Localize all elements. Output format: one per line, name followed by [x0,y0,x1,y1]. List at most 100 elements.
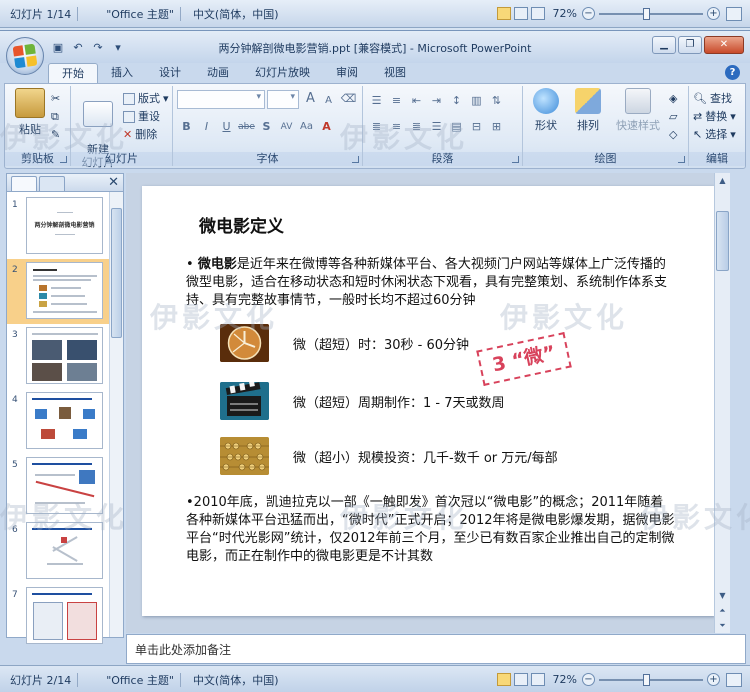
zoom-slider[interactable] [599,7,703,20]
minimize-button[interactable]: ▁ [652,36,676,54]
zoom-level[interactable]: 72% [553,673,577,686]
zoom-level[interactable]: 72% [553,7,577,20]
clear-format-icon[interactable]: ⌫ [339,90,358,108]
zoom-out-icon[interactable]: − [582,7,595,20]
slide-scrollbar[interactable]: ▲ ▼ ⏶ ⏷ [714,173,730,633]
char-spacing-button[interactable]: AV [277,118,296,136]
close-button[interactable]: ✕ [704,36,744,54]
tab-view[interactable]: 视图 [371,63,419,83]
numbering-icon[interactable]: ≡ [387,92,406,110]
slides-tab[interactable] [11,176,37,191]
strikethrough-button[interactable]: abe [237,118,256,136]
drawing-dialog-launcher-icon[interactable] [678,156,685,163]
shape-fill-icon[interactable]: ◈ [669,90,677,107]
thumbnail-scroll-handle[interactable] [111,208,122,338]
next-slide-icon[interactable]: ⏷ [715,618,730,633]
tab-animations[interactable]: 动画 [194,63,242,83]
zoom-slider-thumb[interactable] [643,673,650,686]
maximize-button[interactable]: ❐ [678,36,702,54]
shape-effects-icon[interactable]: ◇ [669,126,677,143]
grow-font-icon[interactable]: A [301,90,320,108]
slide-thumbnail-selected[interactable]: 2 [7,259,110,324]
arrange-button[interactable]: 排列 [567,88,609,133]
feature-item[interactable]: 微（超短）周期制作：1 - 7天或数周 [220,382,505,420]
increase-indent-icon[interactable]: ⇥ [427,92,446,110]
shape-outline-icon[interactable]: ▱ [669,108,677,125]
quick-styles-button[interactable]: 快速样式 [611,88,665,133]
normal-view-icon[interactable] [496,7,511,20]
align-left-icon[interactable]: ≣ [367,118,386,136]
columns-icon[interactable]: ▥ [467,92,486,110]
zoom-in-icon[interactable]: + [707,7,720,20]
feature-item[interactable]: 微（超小）规模投资：几千-数千 or 万元/每部 [220,437,558,475]
slide-sorter-view-icon[interactable] [513,7,528,20]
slide-thumbnail[interactable]: 4 [7,389,110,454]
find-button[interactable]: 🔍︎ 查找 [693,90,732,107]
zoom-in-icon[interactable]: + [707,673,720,686]
shadow-button[interactable]: S [257,118,276,136]
text-direction-icon[interactable]: ⇅ [487,92,506,110]
distributed-icon[interactable]: ▤ [447,118,466,136]
slide-title[interactable]: 微电影定义 [199,212,284,237]
zoom-out-icon[interactable]: − [582,673,595,686]
scroll-up-icon[interactable]: ▲ [715,173,730,188]
line-spacing-icon[interactable]: ↕ [447,92,466,110]
tab-home[interactable]: 开始 [48,63,98,83]
paste-button[interactable]: 粘贴 [9,88,51,137]
align-right-icon[interactable]: ≣ [407,118,426,136]
notes-pane[interactable]: 单击此处添加备注 [126,634,746,664]
slide-scroll-handle[interactable] [716,211,729,271]
zoom-slider[interactable] [599,673,703,686]
shapes-button[interactable]: 形状 [525,88,567,133]
redo-icon[interactable]: ↷ [90,40,106,55]
normal-view-icon[interactable] [496,673,511,686]
bullets-icon[interactable]: ☰ [367,92,386,110]
feature-item[interactable]: 微（超短）时：30秒 - 60分钟 [220,324,469,362]
cut-icon[interactable]: ✂ [51,90,60,107]
format-painter-icon[interactable]: ✎ [51,126,60,143]
scroll-down-icon[interactable]: ▼ [715,588,730,603]
fit-window-icon[interactable] [726,672,742,687]
font-name-combo[interactable] [177,90,265,109]
paragraph-dialog-launcher-icon[interactable] [512,156,519,163]
office-button[interactable] [6,37,44,75]
customize-qat-icon[interactable]: ▾ [110,40,126,55]
font-size-combo[interactable] [267,90,299,109]
decrease-indent-icon[interactable]: ⇤ [407,92,426,110]
layout-button[interactable]: 版式 ▾ [123,90,169,107]
tab-slideshow[interactable]: 幻灯片放映 [242,63,323,83]
outline-tab[interactable] [39,176,65,191]
previous-slide-icon[interactable]: ⏶ [715,603,730,618]
slide-thumbnail[interactable]: 3 [7,324,110,389]
smartart-icon[interactable]: ⊞ [487,118,506,136]
font-dialog-launcher-icon[interactable] [352,156,359,163]
align-center-icon[interactable]: ≡ [387,118,406,136]
slide-thumbnail[interactable]: 5 [7,454,110,519]
current-slide[interactable]: 微电影定义 • 微电影是近年来在微博等各种新媒体平台、各大视频门户网站等媒体上广… [142,186,714,616]
help-icon[interactable]: ? [725,65,740,80]
underline-button[interactable]: U [217,118,236,136]
align-text-icon[interactable]: ⊟ [467,118,486,136]
tab-design[interactable]: 设计 [146,63,194,83]
slide-sorter-view-icon[interactable] [513,673,528,686]
italic-button[interactable]: I [197,118,216,136]
reset-button[interactable]: 重设 [123,108,160,125]
tab-insert[interactable]: 插入 [98,63,146,83]
slide-thumbnail[interactable]: 7 [7,584,110,649]
copy-icon[interactable]: ⧉ [51,108,59,125]
delete-slide-button[interactable]: ✕ 删除 [123,126,157,143]
bold-button[interactable]: B [177,118,196,136]
tab-review[interactable]: 审阅 [323,63,371,83]
thumbnail-scrollbar[interactable] [109,192,123,637]
save-icon[interactable]: ▣ [50,40,66,55]
change-case-button[interactable]: Aa [297,118,316,136]
slideshow-view-icon[interactable] [530,673,545,686]
undo-icon[interactable]: ↶ [70,40,86,55]
shrink-font-icon[interactable]: A [319,92,338,110]
justify-icon[interactable]: ☰ [427,118,446,136]
fit-window-icon[interactable] [726,6,742,21]
slide-thumbnail[interactable]: 1 两分钟解剖微电影营销 [7,194,110,259]
replace-button[interactable]: ⇄ 替换 ▾ [693,108,736,125]
slideshow-view-icon[interactable] [530,7,545,20]
clipboard-dialog-launcher-icon[interactable] [60,156,67,163]
